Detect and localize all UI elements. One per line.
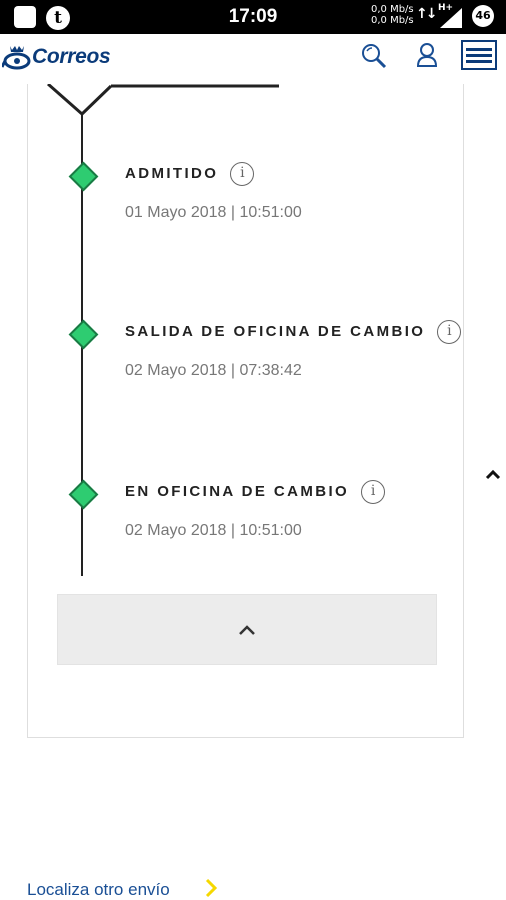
- event-title: ADMITIDO i: [125, 162, 255, 187]
- collapse-events-button[interactable]: [57, 594, 437, 665]
- event-title: SALIDA DE OFICINA DE CAMBIO i: [125, 320, 462, 345]
- info-icon[interactable]: i: [437, 320, 462, 345]
- tracking-event: ADMITIDO i 01 Mayo 2018 | 10:51:00: [28, 161, 465, 232]
- data-rate: 0,0 Mb/s 0,0 Mb/s: [371, 4, 414, 26]
- tracking-event: SALIDA DE OFICINA DE CAMBIO i 02 Mayo 201…: [28, 319, 465, 390]
- data-arrows-icon: ↑↓: [416, 6, 438, 22]
- brand-logo-text[interactable]: Correos: [32, 45, 111, 69]
- data-rate-up: 0,0 Mb/s: [371, 4, 414, 15]
- event-date: 02 Mayo 2018 | 10:51:00: [125, 522, 302, 539]
- menu-bar: [466, 53, 492, 57]
- event-title-text: EN OFICINA DE CAMBIO: [125, 483, 350, 500]
- event-title-text: SALIDA DE OFICINA DE CAMBIO: [125, 323, 426, 340]
- info-icon[interactable]: i: [361, 480, 386, 505]
- event-date: 01 Mayo 2018 | 10:51:00: [125, 204, 302, 221]
- event-title: EN OFICINA DE CAMBIO i: [125, 480, 386, 505]
- chevron-right-icon[interactable]: [204, 878, 218, 898]
- tracking-event: EN OFICINA DE CAMBIO i 02 Mayo 2018 | 10:…: [28, 479, 465, 550]
- user-icon[interactable]: [416, 42, 438, 68]
- menu-bar: [466, 59, 492, 63]
- status-bar: t 17:09 0,0 Mb/s 0,0 Mb/s ↑↓ H+ 46: [0, 0, 506, 34]
- event-title-text: ADMITIDO: [125, 165, 219, 182]
- data-rate-down: 0,0 Mb/s: [371, 15, 414, 26]
- search-icon[interactable]: [361, 43, 387, 69]
- menu-button[interactable]: [461, 40, 497, 70]
- scroll-to-top-icon[interactable]: [485, 468, 501, 480]
- timeline-top-connector: [47, 84, 279, 116]
- posthorn-crown-icon: [2, 46, 31, 70]
- event-date: 02 Mayo 2018 | 07:38:42: [125, 362, 302, 379]
- chevron-up-icon: [239, 624, 255, 635]
- info-icon[interactable]: i: [230, 162, 255, 187]
- battery-icon: 46: [472, 5, 494, 27]
- app-header: Correos: [0, 34, 506, 84]
- menu-bar: [466, 47, 492, 51]
- signal-icon: [440, 8, 462, 28]
- tracking-card: ADMITIDO i 01 Mayo 2018 | 10:51:00 SALIDA…: [27, 84, 464, 738]
- status-diamond-icon: [68, 319, 99, 350]
- status-diamond-icon: [68, 161, 99, 192]
- localiza-otro-envio-link[interactable]: Localiza otro envío: [27, 880, 170, 900]
- status-diamond-icon: [68, 479, 99, 510]
